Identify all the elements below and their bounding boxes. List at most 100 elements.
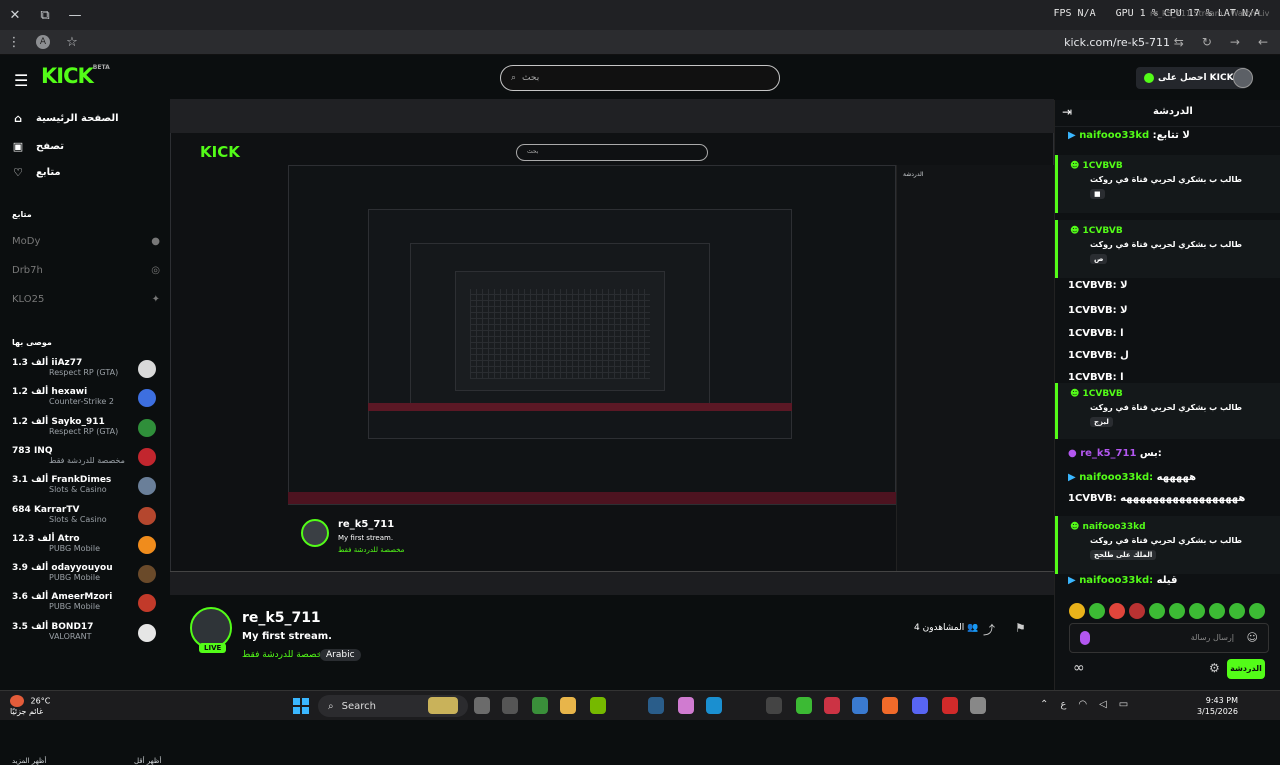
back-icon[interactable]: ← <box>1258 35 1268 49</box>
nav-following[interactable]: ♡ متابع <box>12 166 61 179</box>
app-icon[interactable] <box>824 697 840 714</box>
battery-icon[interactable]: ▭ <box>1119 699 1128 710</box>
window-maximize-icon[interactable]: ⧉ <box>30 8 60 23</box>
chat-username[interactable]: 1CVBVB <box>1083 161 1123 171</box>
nav-browse[interactable]: ▣ تصفح <box>12 140 64 153</box>
recommended-item[interactable]: 3.5 ألف BOND17 VALORANT <box>12 622 160 650</box>
recommended-item[interactable]: 1.2 ألف hexawi Counter-Strike 2 <box>12 387 160 415</box>
recommended-item[interactable]: 3.9 ألف odayyouyou PUBG Mobile <box>12 563 160 591</box>
share-icon[interactable]: ⤴ <box>983 621 995 638</box>
chrome-icon[interactable] <box>970 697 986 714</box>
wps-icon[interactable] <box>942 697 958 714</box>
chat-username[interactable]: 1CVBVB: <box>1068 305 1117 316</box>
user-avatar[interactable] <box>1233 68 1253 88</box>
chat-username[interactable]: 1CVBVB <box>1083 389 1123 399</box>
chat-send-button[interactable]: الدردشة <box>1227 659 1265 679</box>
translate-icon[interactable]: ⇆ <box>1174 35 1184 49</box>
emote-icon[interactable] <box>1149 603 1165 619</box>
points-icon[interactable]: ∞ <box>1073 660 1085 676</box>
profile-avatar[interactable]: A <box>36 35 50 49</box>
forward-icon[interactable]: → <box>1230 35 1240 49</box>
tray-chevron-icon[interactable]: ⌃ <box>1040 699 1048 710</box>
emote-icon[interactable] <box>1209 603 1225 619</box>
window-minimize-icon[interactable]: — <box>60 8 90 23</box>
window-close-icon[interactable]: ✕ <box>0 8 30 23</box>
show-less-link[interactable]: أظهر أقل <box>134 757 161 765</box>
minecraft-icon[interactable] <box>532 697 548 714</box>
speaker-icon[interactable]: ◁ <box>1099 699 1107 710</box>
video-player[interactable]: KICK بحث الدردشة re_k5_711 My first stre… <box>170 99 1054 595</box>
chat-username[interactable]: 1CVBVB: <box>1068 280 1117 291</box>
stream-category[interactable]: مخصصة للدردشة فقط <box>242 650 327 660</box>
car-game-icon[interactable] <box>428 697 458 714</box>
avatar-icon: ◎ <box>151 265 160 276</box>
weather-widget[interactable]: 26°C غائم جزئيًا <box>10 695 50 717</box>
following-item-mody[interactable]: MoDy ● <box>12 236 160 247</box>
rockstar-icon[interactable] <box>502 697 518 714</box>
search-input[interactable]: ⌕ بحث <box>500 65 780 91</box>
folder-icon[interactable] <box>560 697 576 714</box>
file-explorer-icon[interactable] <box>474 697 490 714</box>
kick-logo[interactable]: KICKBETA <box>41 64 110 88</box>
chat-username[interactable]: naifooo33kd <box>1083 522 1146 532</box>
wifi-icon[interactable]: ◠ <box>1078 699 1087 710</box>
emote-icon[interactable] <box>1129 603 1145 619</box>
recommended-item[interactable]: 3.1 ألف FrankDimes Slots & Casino <box>12 475 160 503</box>
get-kicks-button[interactable]: احصل على KICKs <box>1136 67 1247 89</box>
obs-icon[interactable] <box>766 697 782 714</box>
chat-username[interactable]: 1CVBVB: <box>1068 372 1117 383</box>
kicks-coin-icon <box>1144 73 1154 83</box>
emote-icon[interactable] <box>1109 603 1125 619</box>
discord-icon[interactable] <box>912 697 928 714</box>
following-item-klo25[interactable]: KLO25 ✦ <box>12 294 160 305</box>
recommended-item[interactable]: 684 KarrarTV Slots & Casino <box>12 505 160 533</box>
emote-icon[interactable] <box>1229 603 1245 619</box>
chat-username[interactable]: re_k5_711 <box>1080 448 1136 459</box>
bookmark-star-icon[interactable]: ☆ <box>58 35 86 50</box>
chat-input[interactable]: إرسال رسالة ☺ <box>1069 623 1269 653</box>
collapse-chat-icon[interactable]: ⇥ <box>1062 105 1072 119</box>
chrome-icon[interactable] <box>796 697 812 714</box>
recommended-item[interactable]: 783 INQ مخصصة للدردشة فقط <box>12 446 160 474</box>
following-item-drb7h[interactable]: Drb7h ◎ <box>12 265 160 276</box>
tray-lang[interactable]: ع <box>1060 699 1066 710</box>
mic-icon[interactable] <box>1080 631 1090 645</box>
reload-icon[interactable]: ↻ <box>1202 35 1212 49</box>
chat-username[interactable]: 1CVBVB <box>1083 226 1123 236</box>
clock[interactable]: 9:43 PM 3/15/2026 <box>1197 695 1238 717</box>
chat-username[interactable]: naifooo33kd: <box>1079 575 1153 586</box>
emote-icon[interactable] <box>1069 603 1085 619</box>
gear-icon[interactable]: ⚙ <box>1209 661 1220 675</box>
emote-icon[interactable] <box>1169 603 1185 619</box>
app-icon[interactable] <box>852 697 868 714</box>
copilot-icon[interactable] <box>678 697 694 714</box>
brave-icon[interactable] <box>882 697 898 714</box>
language-tag[interactable]: Arabic <box>320 649 361 661</box>
recommended-item[interactable]: 3.6 ألف AmeerMzori PUBG Mobile <box>12 592 160 620</box>
windows-start-icon[interactable] <box>293 698 309 714</box>
chat-username[interactable]: naifooo33kd: <box>1079 472 1153 483</box>
emoji-icon[interactable]: ☺ <box>1247 631 1258 644</box>
recommended-item[interactable]: 1.3 ألف iiAz77 Respect RP (GTA) <box>12 358 160 386</box>
recommended-item[interactable]: 1.2 ألف Sayko_911 Respect RP (GTA) <box>12 417 160 445</box>
steam-icon[interactable] <box>648 697 664 714</box>
menu-dots-icon[interactable]: ⋮ <box>0 35 28 50</box>
edge-icon[interactable] <box>706 697 722 714</box>
show-more-link[interactable]: أظهر المزيد <box>12 757 46 765</box>
chat-username[interactable]: 1CVBVB: <box>1068 350 1117 361</box>
captured-search: بحث <box>516 144 708 161</box>
address-bar[interactable]: kick.com/re-k5-711 <box>1064 36 1170 49</box>
emote-icon[interactable] <box>1089 603 1105 619</box>
streamer-name[interactable]: re_k5_711 <box>242 610 321 626</box>
tab-title[interactable]: re_k5_711 Stream - Watch Liv <box>1150 9 1269 18</box>
follow-icon[interactable]: ⚑ <box>1015 621 1026 635</box>
chat-username[interactable]: 1CVBVB: <box>1068 328 1117 339</box>
chat-username[interactable]: naifooo33kd <box>1079 130 1149 141</box>
recommended-item[interactable]: 12.3 ألف Atro PUBG Mobile <box>12 534 160 562</box>
chat-username[interactable]: 1CVBVB: <box>1068 493 1117 504</box>
emote-icon[interactable] <box>1189 603 1205 619</box>
emote-icon[interactable] <box>1249 603 1265 619</box>
nvidia-icon[interactable] <box>590 697 606 714</box>
hamburger-menu-icon[interactable]: ☰ <box>14 71 28 90</box>
nav-home[interactable]: ⌂ الصفحة الرئيسية <box>12 112 119 125</box>
